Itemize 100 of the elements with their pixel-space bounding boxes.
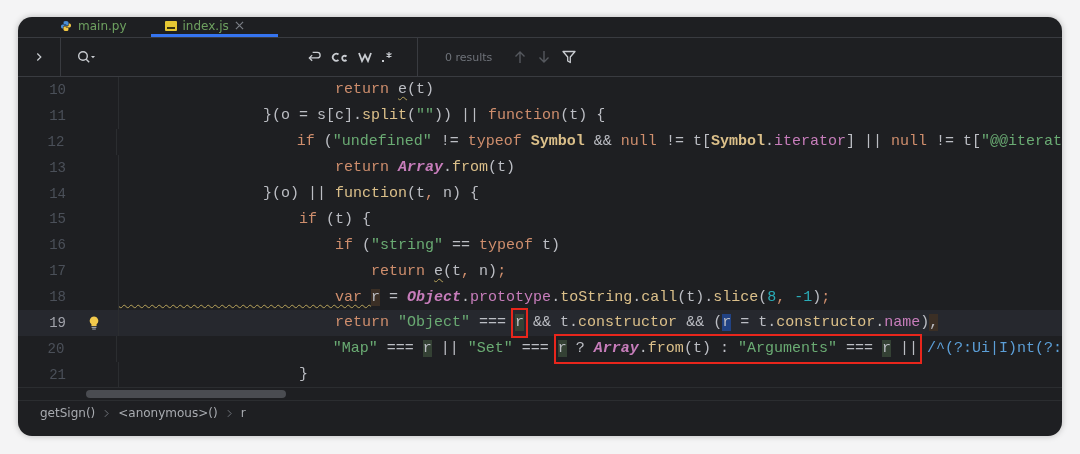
code-text: && ( — [685, 314, 723, 332]
identifier: from — [452, 159, 489, 177]
class-name: Symbol — [710, 133, 765, 151]
code-text: ? — [574, 340, 586, 358]
variable-occurrence: r — [557, 340, 567, 358]
code-text: != — [439, 133, 460, 151]
code-text: || — [898, 340, 918, 358]
whole-word-icon[interactable] — [358, 51, 372, 63]
breadcrumb[interactable]: getSign() — [40, 406, 96, 420]
code-text: ( — [323, 133, 333, 151]
keyword: return — [334, 159, 391, 177]
number-literal: -1 — [794, 288, 813, 306]
identifier: call — [641, 288, 678, 306]
code-text: )) || — [434, 107, 481, 125]
editor-tab[interactable]: index.js — [150, 17, 278, 37]
code-text: ] || — [845, 133, 883, 151]
code-text: . — [461, 288, 471, 306]
class-name: Object — [407, 288, 462, 306]
identifier: split — [362, 107, 408, 125]
breadcrumb[interactable]: <anonymous>() — [118, 406, 218, 420]
property-name: prototype — [470, 288, 552, 306]
code-text: ) — [920, 314, 930, 332]
code-text: != t[ — [934, 133, 981, 151]
code-text: && t. — [532, 314, 579, 332]
keyword: function — [488, 107, 561, 125]
code-text: . — [632, 288, 642, 306]
code-text: = — [388, 288, 400, 306]
keyword: , — [461, 262, 471, 280]
keyword: if — [334, 236, 355, 254]
code-text: (t) — [407, 81, 435, 99]
expand-chevron-icon[interactable] — [35, 52, 43, 62]
code-text: (t — [407, 185, 426, 202]
code-text: ( — [758, 288, 768, 306]
identifier: constructor — [578, 314, 678, 332]
keyword: , — [425, 185, 435, 202]
code-text: || — [439, 340, 460, 358]
chevron-icon — [104, 408, 110, 418]
code-text: . — [875, 314, 885, 332]
class-name: Array — [593, 340, 639, 358]
keyword: , — [776, 288, 787, 306]
code-text: t) — [542, 236, 561, 254]
code-text: (t) — [488, 159, 516, 177]
code-text: ( — [362, 236, 372, 254]
string-literal: "" — [416, 107, 435, 125]
code-text: }(o = s[c]. — [262, 107, 363, 125]
code-text: e — [434, 262, 444, 280]
code-text: (t) : — [683, 340, 730, 358]
code-text: ( — [407, 107, 417, 125]
code-text: (t) { — [326, 210, 372, 228]
code-text: } — [298, 366, 309, 384]
code-text: === — [385, 340, 415, 358]
code-text: (t — [443, 262, 462, 280]
results-count: 0 results — [445, 50, 493, 64]
editor-tab[interactable]: main.py — [46, 17, 141, 37]
search-icon[interactable] — [77, 50, 95, 64]
variable-declaration: , — [929, 314, 939, 332]
close-icon[interactable] — [234, 21, 244, 30]
identifier: slice — [713, 288, 759, 306]
class-name: Array — [398, 159, 444, 177]
identifier: from — [647, 340, 684, 358]
code-text: e — [398, 81, 408, 99]
python-file-icon — [60, 19, 72, 32]
variable-occurrence: r — [422, 340, 432, 358]
breadcrumb[interactable]: r — [240, 406, 246, 420]
lightbulb-icon[interactable] — [89, 315, 99, 330]
string-literal: "string" — [371, 236, 444, 254]
keyword: return — [370, 262, 427, 280]
string-literal: "undefined" — [332, 133, 432, 151]
property-name: iterator — [773, 133, 846, 151]
code-text: ) — [812, 288, 822, 306]
code-text: != t[ — [664, 133, 711, 151]
code-text: . — [443, 159, 453, 177]
variable-occurrence: r — [515, 314, 525, 332]
keyword: null — [620, 133, 657, 151]
keyword: typeof — [467, 133, 523, 151]
regex-icon[interactable] — [381, 51, 393, 63]
property-name: name — [884, 314, 921, 332]
code-text: . — [638, 340, 648, 358]
code-text: === — [478, 314, 508, 332]
string-literal: "@@iterat — [981, 133, 1062, 151]
regex-literal: /^(?:Ui|I)nt(?: — [925, 340, 1062, 358]
identifier: constructor — [776, 314, 876, 332]
wrap-icon[interactable] — [307, 50, 322, 64]
keyword: if — [298, 210, 319, 228]
code-text: = t. — [739, 314, 777, 332]
code-text: == — [451, 236, 472, 254]
scrollbar-thumb[interactable] — [86, 390, 286, 398]
variable-declaration: r — [371, 288, 381, 306]
string-literal: "Set" — [467, 340, 513, 358]
code-text: n) { — [442, 185, 480, 202]
class-name: Symbol — [530, 133, 585, 151]
code-text: === — [844, 340, 874, 358]
filter-icon[interactable] — [562, 50, 577, 64]
keyword: var — [334, 288, 364, 306]
string-literal: "Map" — [331, 340, 378, 358]
code-text: === — [520, 340, 550, 358]
keyword: ; — [821, 288, 831, 306]
match-case-icon[interactable] — [331, 51, 349, 63]
code-text: }(o) || — [262, 185, 328, 202]
code-text: && — [592, 133, 613, 151]
